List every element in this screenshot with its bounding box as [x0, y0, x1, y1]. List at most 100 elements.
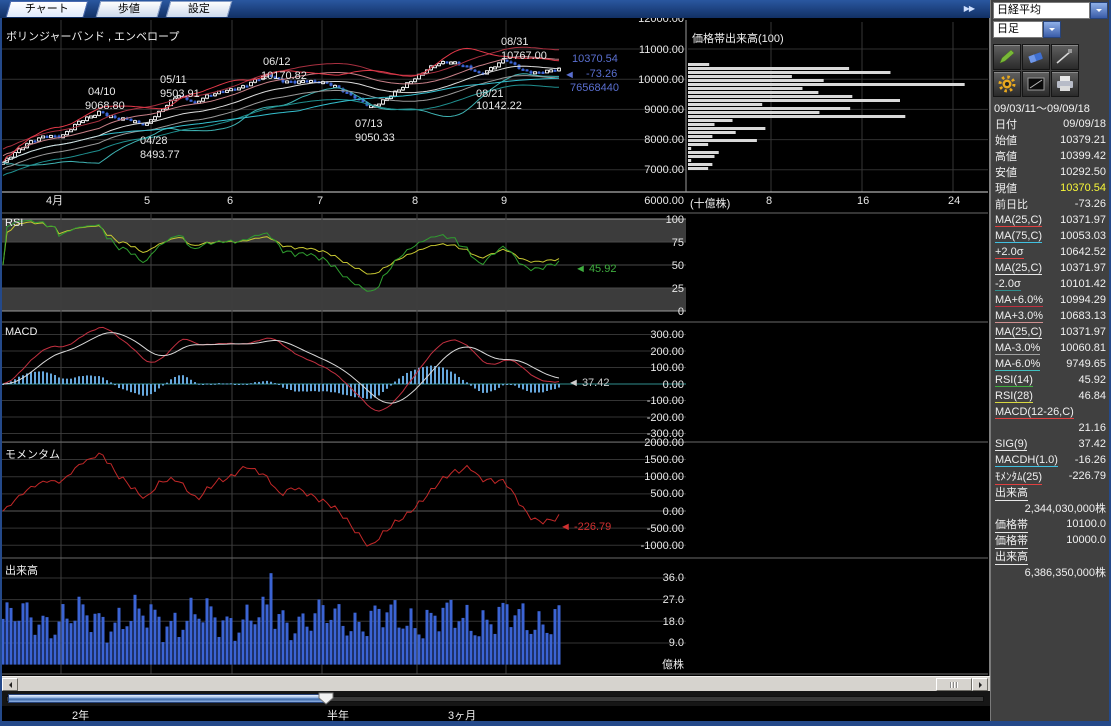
indicator-label: 現値 — [995, 180, 1017, 196]
indicator-value: 21.16 — [995, 422, 1106, 434]
sidebar-row: MA-6.0%9749.65 — [991, 356, 1110, 372]
indicator-label[interactable]: +2.0σ — [995, 246, 1024, 259]
pbv-unit-label: (十億株) — [690, 195, 730, 211]
axis-label: 12000.00 — [614, 18, 684, 25]
indicator-label: 日付 — [995, 116, 1017, 132]
chart-annotation: 04/10 — [88, 86, 116, 98]
indicator-label[interactable]: MA(75,C) — [995, 230, 1042, 243]
gear-icon — [997, 75, 1017, 93]
indicator-label[interactable]: -2.0σ — [995, 278, 1021, 291]
indicator-value: 46.84 — [1033, 390, 1106, 402]
month-label: 6 — [227, 195, 233, 207]
symbol-combo: 日経平均 — [993, 2, 1108, 19]
indicator-label[interactable]: SIG(9) — [995, 438, 1027, 451]
tool-button-trendline[interactable] — [1051, 44, 1079, 70]
chart-annotation: 06/12 — [263, 56, 291, 68]
sidebar-row: RSI(14)45.92 — [991, 372, 1110, 388]
quote-value: -73.26 — [586, 68, 617, 80]
indicator-label[interactable]: MA-3.0% — [995, 342, 1040, 355]
indicator-label[interactable]: MA+6.0% — [995, 294, 1043, 307]
scroll-left-button[interactable] — [2, 678, 18, 691]
symbol-dropdown-button[interactable] — [1090, 2, 1108, 19]
main-chart-title: ボリンジャーバンド , エンベロープ — [6, 28, 179, 44]
chart-annotation: 08/31 — [501, 36, 529, 48]
chart-annotation: 05/11 — [160, 74, 187, 86]
month-label: 7 — [317, 195, 323, 207]
indicator-value: 10292.50 — [1017, 166, 1106, 178]
sidebar-row: MA(25,C)10371.97 — [991, 324, 1110, 340]
indicator-value: 10642.52 — [1024, 246, 1106, 258]
indicator-value: 10000.0 — [1028, 534, 1106, 546]
indicator-value: 6,386,350,000株 — [995, 564, 1106, 580]
period-dropdown-button[interactable] — [1043, 21, 1061, 38]
quote-value: 76568440 — [570, 82, 619, 94]
tab-settings-label: 設定 — [169, 2, 229, 17]
scrollbar-thumb[interactable] — [936, 678, 972, 691]
indicator-label[interactable]: MA-6.0% — [995, 358, 1040, 371]
chevron-down-icon — [1096, 9, 1102, 15]
tool-button-chart-window[interactable] — [1022, 71, 1050, 97]
indicator-label[interactable]: MACDH(1.0) — [995, 454, 1058, 467]
last-value-marker: ◄ 45.92 — [575, 263, 616, 275]
indicator-label[interactable]: RSI(28) — [995, 390, 1033, 403]
tab-settings[interactable]: 設定 — [166, 1, 233, 17]
indicator-label[interactable]: 価格帯 — [995, 532, 1028, 549]
tab-chart[interactable]: チャート — [6, 1, 89, 17]
indicator-value: 10053.03 — [1042, 230, 1106, 242]
indicator-value: -73.26 — [1028, 198, 1106, 210]
chart-annotation: 07/13 — [355, 118, 383, 130]
tab-tick[interactable]: 歩値 — [96, 1, 163, 17]
indicator-label[interactable]: 価格帯 — [995, 516, 1028, 533]
axis-label: 10000.00 — [614, 74, 684, 86]
tab-tick-label: 歩値 — [99, 2, 159, 17]
tool-button-eraser[interactable] — [1022, 44, 1050, 70]
axis-label: -500.00 — [614, 523, 684, 535]
indicator-label: 前日比 — [995, 196, 1028, 212]
period-select[interactable]: 日足 — [993, 21, 1043, 38]
tab-chart-label: チャート — [9, 2, 85, 17]
indicator-label[interactable]: MA+3.0% — [995, 310, 1043, 323]
sidebar-row: RSI(28)46.84 — [991, 388, 1110, 404]
indicator-value: 09/09/18 — [1017, 118, 1106, 130]
app-window: チャート 歩値 設定 ▶▶ ボリンジャーバンド , エンベロープ 価格帯出来高(… — [0, 0, 1111, 726]
indicator-label[interactable]: MACD(12-26,C) — [995, 406, 1074, 419]
indicator-value: 10060.81 — [1040, 342, 1106, 354]
sidebar-row: 6,386,350,000株 — [991, 564, 1110, 580]
price-by-volume-title: 価格帯出来高(100) — [692, 30, 784, 46]
axis-label: -100.00 — [614, 395, 684, 407]
tab-overflow-icon[interactable]: ▶▶ — [964, 4, 974, 13]
axis-label: 25 — [614, 283, 684, 295]
indicator-label[interactable]: 出来高 — [995, 548, 1028, 565]
scroll-right-button[interactable] — [972, 678, 988, 691]
trendline-icon — [1055, 48, 1075, 66]
chart-canvas[interactable] — [0, 18, 990, 676]
indicator-label[interactable]: MA(25,C) — [995, 214, 1042, 227]
symbol-select[interactable]: 日経平均 — [993, 2, 1090, 19]
indicator-label[interactable]: ﾓﾒﾝﾀﾑ(25) — [995, 468, 1042, 485]
tool-button-pencil[interactable] — [993, 44, 1021, 70]
sidebar-row: 価格帯10000.0 — [991, 532, 1110, 548]
indicator-label[interactable]: RSI(14) — [995, 374, 1033, 387]
indicator-label[interactable]: MA(25,C) — [995, 262, 1042, 275]
printer-icon — [1055, 75, 1075, 93]
slider-handle-icon — [318, 692, 334, 705]
pencil-icon — [997, 48, 1017, 66]
axis-label: 200.00 — [614, 346, 684, 358]
sidebar-row: 日付09/09/18 — [991, 116, 1110, 132]
quote-value: 10370.54 — [572, 53, 618, 65]
indicator-label[interactable]: 出来高 — [995, 484, 1028, 501]
indicator-value: 2,344,030,000株 — [995, 500, 1106, 516]
axis-label: -1000.00 — [614, 540, 684, 552]
tool-button-settings[interactable] — [993, 71, 1021, 97]
slider-handle[interactable] — [318, 692, 334, 705]
sidebar-row: MA(25,C)10371.97 — [991, 260, 1110, 276]
indicator-value: 10371.97 — [1042, 326, 1106, 338]
sidebar-row: 始値10379.21 — [991, 132, 1110, 148]
indicator-label[interactable]: MA(25,C) — [995, 326, 1042, 339]
window-bottom-border — [0, 721, 1111, 726]
horizontal-scrollbar[interactable] — [0, 676, 990, 691]
indicator-value: 10994.29 — [1043, 294, 1106, 306]
axis-label: 100.00 — [614, 362, 684, 374]
tool-button-print[interactable] — [1051, 71, 1079, 97]
chart-annotation: 04/28 — [140, 135, 168, 147]
